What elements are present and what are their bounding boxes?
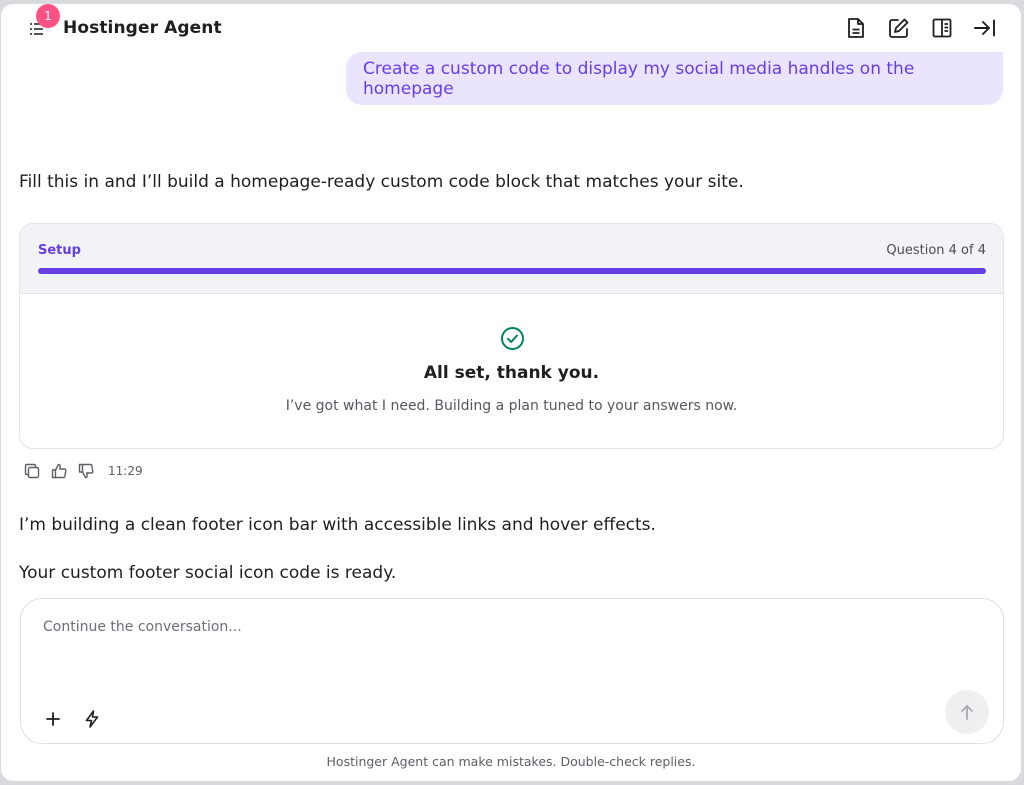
agent-panel: 1 Hostinger Agent Create a custom code t… bbox=[1, 4, 1021, 781]
thumbs-up-icon[interactable] bbox=[50, 463, 67, 480]
assistant-intro: Fill this in and I’ll build a homepage-r… bbox=[19, 172, 744, 192]
copy-icon[interactable] bbox=[23, 463, 40, 480]
message-actions: 11:29 bbox=[23, 461, 143, 481]
done-title: All set, thank you. bbox=[423, 363, 600, 383]
arrow-up-icon bbox=[961, 705, 973, 720]
setup-card: Setup Question 4 of 4 All set, thank you… bbox=[19, 223, 1004, 449]
message-input[interactable] bbox=[43, 619, 943, 635]
bolt-icon[interactable] bbox=[82, 709, 102, 729]
edit-icon[interactable] bbox=[887, 16, 911, 40]
assistant-message: Your custom footer social icon code is r… bbox=[19, 563, 397, 583]
check-circle-icon bbox=[501, 327, 524, 350]
setup-label: Setup bbox=[38, 243, 81, 258]
header: 1 Hostinger Agent bbox=[1, 4, 1021, 52]
question-count: Question 4 of 4 bbox=[886, 243, 986, 258]
user-message: Create a custom code to display my socia… bbox=[346, 52, 1003, 105]
notification-badge: 1 bbox=[36, 4, 60, 28]
disclaimer: Hostinger Agent can make mistakes. Doubl… bbox=[326, 754, 696, 769]
done-subtitle: I’ve got what I need. Building a plan tu… bbox=[285, 398, 738, 414]
collapse-right-icon[interactable] bbox=[973, 16, 997, 40]
assistant-message: I’m building a clean footer icon bar wit… bbox=[19, 515, 656, 535]
composer bbox=[20, 598, 1004, 744]
progress-bar bbox=[38, 268, 986, 274]
send-button[interactable] bbox=[945, 690, 989, 734]
message-timestamp: 11:29 bbox=[108, 464, 143, 478]
document-icon[interactable] bbox=[844, 16, 868, 40]
book-icon[interactable] bbox=[930, 16, 954, 40]
thumbs-down-icon[interactable] bbox=[77, 463, 94, 480]
plus-icon[interactable] bbox=[43, 709, 63, 729]
app-title: Hostinger Agent bbox=[63, 18, 222, 38]
progress-fill bbox=[38, 268, 986, 274]
setup-card-header: Setup Question 4 of 4 bbox=[20, 224, 1003, 294]
